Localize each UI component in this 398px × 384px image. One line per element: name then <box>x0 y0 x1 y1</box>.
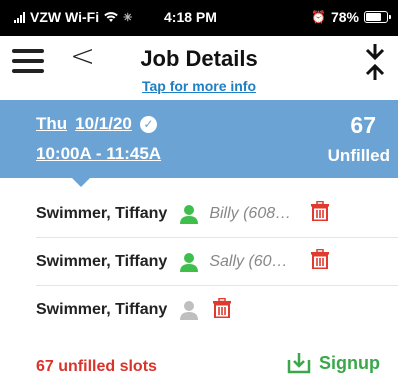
carrier-label: VZW Wi-Fi <box>30 9 100 25</box>
slot-row[interactable]: Swimmer, Tiffany Billy (608… <box>36 190 398 238</box>
more-info-link[interactable]: Tap for more info <box>0 78 398 94</box>
status-left: VZW Wi-Fi ✳ <box>14 9 132 25</box>
unfilled-label: Unfilled <box>327 146 390 165</box>
wifi-icon <box>104 12 118 22</box>
slot-row[interactable]: Swimmer, Tiffany <box>36 286 398 334</box>
job-date-value: 10/1/20 <box>75 114 132 133</box>
status-right: ⏰ 78% <box>311 9 391 25</box>
trash-button[interactable] <box>311 200 330 226</box>
slot-name: Swimmer, Tiffany <box>36 252 168 270</box>
job-date: Thu 10/1/20 ✓ <box>36 114 157 134</box>
person-icon <box>180 301 199 320</box>
slot-assignee: Billy (608… <box>209 204 292 222</box>
status-bar: VZW Wi-Fi ✳ 4:18 PM ⏰ 78% <box>0 0 398 36</box>
battery-fill <box>366 13 381 21</box>
job-time-range: 10:00A - 11:45A <box>36 144 162 163</box>
trash-button[interactable] <box>213 297 232 323</box>
collapse-arrows-icon[interactable] <box>362 42 388 82</box>
signup-button[interactable]: Signup <box>287 352 380 374</box>
status-time: 4:18 PM <box>164 9 217 25</box>
slot-assignee: Sally (60… <box>209 252 288 270</box>
trash-icon <box>311 248 330 270</box>
signup-download-icon <box>287 353 311 374</box>
job-banner[interactable]: Thu 10/1/20 ✓ 10:00A - 11:45A 67 Unfille… <box>0 100 398 178</box>
unfilled-slots-text: 67 unfilled slots <box>36 358 157 375</box>
check-circle-icon: ✓ <box>139 115 157 133</box>
signup-label: Signup <box>319 352 380 373</box>
person-icon <box>180 204 199 224</box>
trash-icon <box>311 200 330 222</box>
slot-name: Swimmer, Tiffany <box>36 301 168 318</box>
slot-row[interactable]: Swimmer, Tiffany Sally (60… <box>36 238 398 286</box>
trash-icon <box>213 297 232 318</box>
alarm-clock-icon: ⏰ <box>311 10 326 24</box>
nav-header: < Job Details Tap for more info <box>0 36 398 100</box>
banner-pointer <box>72 178 90 187</box>
signal-icon <box>14 11 25 23</box>
page-title: Job Details <box>140 46 258 71</box>
activity-icon: ✳ <box>123 11 133 24</box>
trash-button[interactable] <box>311 248 330 274</box>
battery-percent: 78% <box>330 9 359 25</box>
unfilled-count: 67 <box>350 112 376 138</box>
slot-list: Swimmer, Tiffany Billy (608… Swimmer, Tiff… <box>36 190 398 334</box>
slot-name: Swimmer, Tiffany <box>36 204 168 222</box>
job-day: Thu <box>36 114 68 133</box>
battery-icon <box>364 11 391 23</box>
person-icon <box>180 252 199 272</box>
battery-tip <box>389 15 391 19</box>
